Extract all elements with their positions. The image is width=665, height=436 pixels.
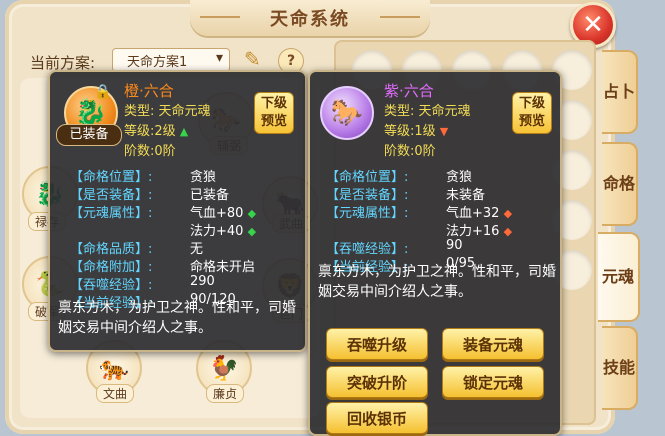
recycle-silver-button[interactable]: 回收银币 bbox=[326, 402, 428, 434]
row-value-text: 法力+16 bbox=[446, 224, 500, 239]
card1-name: 橙·六合 bbox=[124, 82, 174, 100]
row-value: 气血+80 ◆ bbox=[190, 202, 256, 221]
tab-destiny[interactable]: 命格 bbox=[602, 142, 638, 226]
star-label-lianzhen: 廉贞 bbox=[206, 384, 245, 403]
window-title: 天命系统 bbox=[190, 0, 430, 36]
card2-row: 【命格位置】: 贪狼 bbox=[326, 166, 472, 185]
selected-soul-card: 🐎 紫·六合 类型: 天命元魂 等级:1级 ▼ 阶数:0阶 下级预览 【命格位置… bbox=[308, 70, 562, 436]
row-value: 贪狼 bbox=[190, 170, 217, 185]
card1-type: 类型: 天命元魂 bbox=[124, 104, 211, 119]
card1-stage: 阶数:0阶 bbox=[124, 144, 176, 159]
row-key: 【命格位置】: bbox=[326, 170, 409, 185]
row-value: 命格未开启 bbox=[190, 260, 256, 275]
card2-level-wrap: 等级:1级 ▼ bbox=[384, 120, 448, 139]
card1-level: 等级:2级 bbox=[124, 124, 176, 139]
row-key: 【命格品质】: bbox=[70, 242, 153, 257]
row-key: 【元魂属性】: bbox=[326, 206, 409, 221]
card1-description: 禀东方木，为护卫之神。性和平，司婚姻交易中间介绍人之事。 bbox=[58, 300, 296, 336]
row-value: 无 bbox=[190, 242, 204, 257]
tab-skill[interactable]: 技能 bbox=[602, 326, 638, 410]
row-value: 未装备 bbox=[446, 188, 486, 203]
row-key: 【是否装备】: bbox=[326, 188, 409, 203]
card2-type: 类型: 天命元魂 bbox=[384, 104, 471, 119]
arrow-down-icon: ◆ bbox=[503, 207, 513, 220]
row-value: 90 bbox=[446, 238, 463, 253]
row-value-text: 法力+40 bbox=[190, 224, 244, 239]
tab-soul[interactable]: 元魂 bbox=[598, 232, 640, 322]
star-label-wenqu: 文曲 bbox=[96, 384, 135, 403]
row-value-text: 气血+32 bbox=[446, 206, 500, 221]
card1-row: 【是否装备】: 已装备 bbox=[70, 184, 229, 203]
card1-level-wrap: 等级:2级 ▲ bbox=[124, 120, 188, 139]
card2-row: 【吞噬经验】: 90 bbox=[326, 238, 463, 257]
row-key: 【是否装备】: bbox=[70, 188, 153, 203]
tab-label: 占卜 bbox=[602, 82, 635, 101]
row-key: 【命格附加】: bbox=[70, 260, 153, 275]
row-value: 贪狼 bbox=[446, 170, 473, 185]
tab-label: 命格 bbox=[602, 174, 635, 193]
equipped-soul-card: 🐉 🔒 已装备 橙·六合 类型: 天命元魂 等级:2级 ▲ 阶数:0阶 下级预览… bbox=[48, 70, 307, 352]
arrow-up-icon: ▲ bbox=[179, 125, 189, 138]
arrow-up-icon: ◆ bbox=[247, 207, 257, 220]
equipped-badge: 已装备 bbox=[56, 124, 122, 146]
card1-row: 【元魂属性】: 气血+80 ◆ bbox=[70, 202, 256, 221]
row-key: 【吞噬经验】: bbox=[326, 242, 409, 257]
card1-row: 【命格附加】: 命格未开启 bbox=[70, 256, 255, 275]
lock-soul-button[interactable]: 锁定元魂 bbox=[442, 366, 544, 398]
row-key: 【吞噬经验】: bbox=[70, 278, 153, 293]
tab-label: 技能 bbox=[602, 358, 635, 377]
arrow-down-icon: ▼ bbox=[439, 125, 449, 138]
preview-label: 下级预览 bbox=[260, 96, 287, 129]
card1-row: 【命格品质】: 无 bbox=[70, 238, 203, 257]
row-value-text: 气血+80 bbox=[190, 206, 244, 221]
card2-row: 【是否装备】: 未装备 bbox=[326, 184, 485, 203]
card1-next-level-preview-button[interactable]: 下级预览 bbox=[254, 92, 294, 134]
tab-divination[interactable]: 占卜 bbox=[602, 50, 638, 134]
row-key: 【命格位置】: bbox=[70, 170, 153, 185]
card2-row: 【元魂属性】: 气血+32 ◆ bbox=[326, 202, 512, 221]
plan-selected: 天命方案1 bbox=[127, 54, 188, 70]
row-value: 已装备 bbox=[190, 188, 230, 203]
row-value: 气血+32 ◆ bbox=[446, 202, 512, 221]
game-screen: 天命系统 ✕ 当前方案: 天命方案1 ▾ ✎ ? 🐉 禄存 🐎 辅弼 🐍 破军 … bbox=[0, 0, 665, 436]
preview-label: 下级预览 bbox=[518, 96, 545, 129]
row-value: 法力+40 ◆ bbox=[190, 220, 256, 239]
plan-dropdown[interactable]: 天命方案1 ▾ bbox=[112, 48, 230, 72]
arrow-up-icon: ◆ bbox=[247, 225, 257, 238]
chevron-down-icon: ▾ bbox=[215, 50, 223, 66]
tab-label: 元魂 bbox=[601, 267, 634, 286]
card2-next-level-preview-button[interactable]: 下级预览 bbox=[512, 92, 552, 134]
devour-upgrade-button[interactable]: 吞噬升级 bbox=[326, 328, 428, 360]
card1-row: 【命格位置】: 贪狼 bbox=[70, 166, 216, 185]
close-icon: ✕ bbox=[582, 10, 604, 40]
lock-icon: 🔒 bbox=[94, 84, 112, 100]
row-value: 290 bbox=[190, 274, 215, 289]
card2-level: 等级:1级 bbox=[384, 124, 436, 139]
card1-row: 【吞噬经验】: 290 bbox=[70, 274, 215, 293]
row-key: 【元魂属性】: bbox=[70, 206, 153, 221]
arrow-down-icon: ◆ bbox=[503, 225, 513, 238]
purple-soul-icon: 🐎 bbox=[320, 86, 374, 140]
row-value: 法力+16 ◆ bbox=[446, 220, 512, 239]
card2-stage: 阶数:0阶 bbox=[384, 144, 436, 159]
card2-description: 禀东方木，为护卫之神。性和平，司婚姻交易中间介绍人之事。 bbox=[318, 264, 556, 300]
break-through-button[interactable]: 突破升阶 bbox=[326, 366, 428, 398]
equip-soul-button[interactable]: 装备元魂 bbox=[442, 328, 544, 360]
card2-name: 紫·六合 bbox=[384, 82, 434, 100]
